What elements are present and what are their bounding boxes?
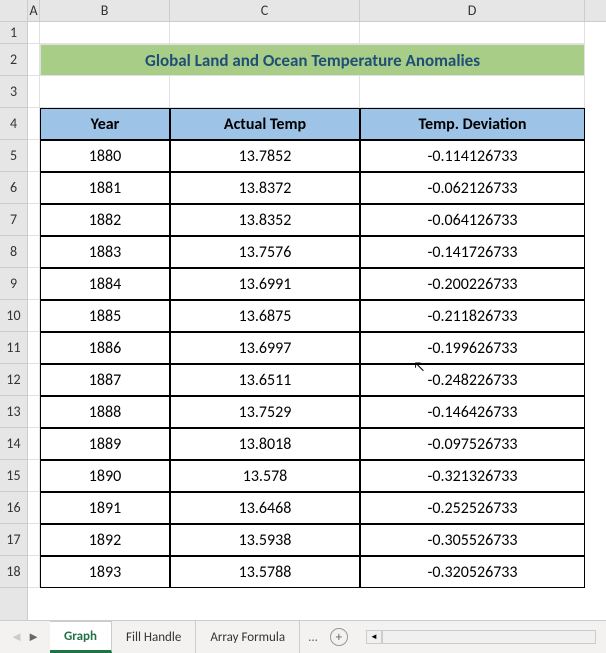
table-row: 188213.8352-0.064126733 <box>28 204 606 236</box>
cell-temp-deviation[interactable]: -0.248226733 <box>360 364 585 396</box>
table-row: 188513.6875-0.211826733 <box>28 300 606 332</box>
cell-year[interactable]: 1881 <box>40 172 170 204</box>
table-row: 189213.5938-0.305526733 <box>28 524 606 556</box>
worksheet-grid[interactable]: Global Land and Ocean Temperature Anomal… <box>28 22 606 588</box>
sheet-title: Global Land and Ocean Temperature Anomal… <box>40 44 585 76</box>
table-row: 188413.6991-0.200226733 <box>28 268 606 300</box>
col-header-actual-temp[interactable]: Actual Temp <box>170 108 360 140</box>
scroll-left-icon[interactable]: ◄ <box>366 630 382 644</box>
sheet-tab-array-formula[interactable]: Array Formula <box>196 621 300 653</box>
cell-actual-temp[interactable]: 13.5938 <box>170 524 360 556</box>
cell-temp-deviation[interactable]: -0.321326733 <box>360 460 585 492</box>
column-header[interactable]: C <box>170 0 360 21</box>
cell-year[interactable]: 1891 <box>40 492 170 524</box>
row-header[interactable]: 5 <box>0 140 27 172</box>
table-row: 188013.7852-0.114126733 <box>28 140 606 172</box>
column-header-strip: A B C D <box>28 0 606 22</box>
sheet-tab-graph[interactable]: Graph <box>50 621 112 653</box>
cell-temp-deviation[interactable]: -0.211826733 <box>360 300 585 332</box>
row-header[interactable]: 12 <box>0 364 27 396</box>
col-header-year[interactable]: Year <box>40 108 170 140</box>
row-header[interactable]: 17 <box>0 524 27 556</box>
scroll-track[interactable] <box>382 630 596 644</box>
cell-actual-temp[interactable]: 13.8352 <box>170 204 360 236</box>
row-header[interactable]: 11 <box>0 332 27 364</box>
cell-year[interactable]: 1892 <box>40 524 170 556</box>
column-header[interactable]: D <box>360 0 585 21</box>
cell-actual-temp[interactable]: 13.7529 <box>170 396 360 428</box>
cell-actual-temp[interactable]: 13.6997 <box>170 332 360 364</box>
cell-year[interactable]: 1888 <box>40 396 170 428</box>
cell-actual-temp[interactable]: 13.6991 <box>170 268 360 300</box>
cell-year[interactable]: 1882 <box>40 204 170 236</box>
tab-nav-prev-icon[interactable]: ◄ <box>10 629 23 645</box>
cell-temp-deviation[interactable]: -0.114126733 <box>360 140 585 172</box>
row-header[interactable]: 10 <box>0 300 27 332</box>
cell-actual-temp[interactable]: 13.8018 <box>170 428 360 460</box>
cell-year[interactable]: 1884 <box>40 268 170 300</box>
cell-actual-temp[interactable]: 13.5788 <box>170 556 360 588</box>
cell-year[interactable]: 1886 <box>40 332 170 364</box>
sheet-tab-fill-handle[interactable]: Fill Handle <box>112 621 196 653</box>
cell-temp-deviation[interactable]: -0.252526733 <box>360 492 585 524</box>
row-header[interactable]: 2 <box>0 44 27 76</box>
row-header[interactable]: 9 <box>0 268 27 300</box>
cell-temp-deviation[interactable]: -0.200226733 <box>360 268 585 300</box>
cell-year[interactable]: 1890 <box>40 460 170 492</box>
column-header[interactable]: B <box>40 0 170 21</box>
table-row: 189113.6468-0.252526733 <box>28 492 606 524</box>
table-row: 188813.7529-0.146426733 <box>28 396 606 428</box>
row-header[interactable]: 18 <box>0 556 27 588</box>
select-all-corner[interactable] <box>0 0 27 22</box>
cell-temp-deviation[interactable]: -0.064126733 <box>360 204 585 236</box>
cell-actual-temp[interactable]: 13.6468 <box>170 492 360 524</box>
column-header[interactable]: A <box>28 0 40 21</box>
cell-actual-temp[interactable]: 13.8372 <box>170 172 360 204</box>
cell-temp-deviation[interactable]: -0.097526733 <box>360 428 585 460</box>
cell-actual-temp[interactable]: 13.578 <box>170 460 360 492</box>
row-header[interactable]: 7 <box>0 204 27 236</box>
cell-year[interactable]: 1887 <box>40 364 170 396</box>
row-header[interactable]: 6 <box>0 172 27 204</box>
row-header-strip: 1 2 3 4 5 6 7 8 9 10 11 12 13 14 15 16 1… <box>0 0 28 620</box>
cell-temp-deviation[interactable]: -0.141726733 <box>360 236 585 268</box>
row-header[interactable]: 13 <box>0 396 27 428</box>
row-header[interactable]: 15 <box>0 460 27 492</box>
tab-nav-arrows[interactable]: ◄ ► <box>0 629 50 645</box>
cell-actual-temp[interactable]: 13.6875 <box>170 300 360 332</box>
row-header[interactable]: 14 <box>0 428 27 460</box>
col-header-temp-deviation[interactable]: Temp. Deviation <box>360 108 585 140</box>
cell-year[interactable]: 1889 <box>40 428 170 460</box>
cell-actual-temp[interactable]: 13.7576 <box>170 236 360 268</box>
sheet-tab-strip: ◄ ► Graph Fill Handle Array Formula ... … <box>0 620 606 653</box>
table-row: 188113.8372-0.062126733 <box>28 172 606 204</box>
cell-year[interactable]: 1883 <box>40 236 170 268</box>
add-sheet-button[interactable]: + <box>330 628 348 646</box>
table-row: 188613.6997-0.199626733 <box>28 332 606 364</box>
row-header[interactable]: 3 <box>0 76 27 108</box>
table-row: 189013.578-0.321326733 <box>28 460 606 492</box>
horizontal-scrollbar[interactable]: ◄ <box>366 628 596 646</box>
row-header[interactable]: 8 <box>0 236 27 268</box>
row-header[interactable]: 4 <box>0 108 27 140</box>
table-row: 189313.5788-0.320526733 <box>28 556 606 588</box>
cell-temp-deviation[interactable]: -0.305526733 <box>360 524 585 556</box>
more-tabs-indicator[interactable]: ... <box>308 630 318 645</box>
cell-temp-deviation[interactable]: -0.199626733 <box>360 332 585 364</box>
cell-temp-deviation[interactable]: -0.320526733 <box>360 556 585 588</box>
cell-year[interactable]: 1885 <box>40 300 170 332</box>
cell-year[interactable]: 1880 <box>40 140 170 172</box>
cell-temp-deviation[interactable]: -0.062126733 <box>360 172 585 204</box>
cell-temp-deviation[interactable]: -0.146426733 <box>360 396 585 428</box>
cell-actual-temp[interactable]: 13.7852 <box>170 140 360 172</box>
table-row: 188713.6511-0.248226733 <box>28 364 606 396</box>
row-header[interactable]: 1 <box>0 22 27 44</box>
row-header[interactable]: 16 <box>0 492 27 524</box>
table-row: 188913.8018-0.097526733 <box>28 428 606 460</box>
cell-year[interactable]: 1893 <box>40 556 170 588</box>
table-row: 188313.7576-0.141726733 <box>28 236 606 268</box>
cell-actual-temp[interactable]: 13.6511 <box>170 364 360 396</box>
tab-nav-next-icon[interactable]: ► <box>27 629 40 645</box>
